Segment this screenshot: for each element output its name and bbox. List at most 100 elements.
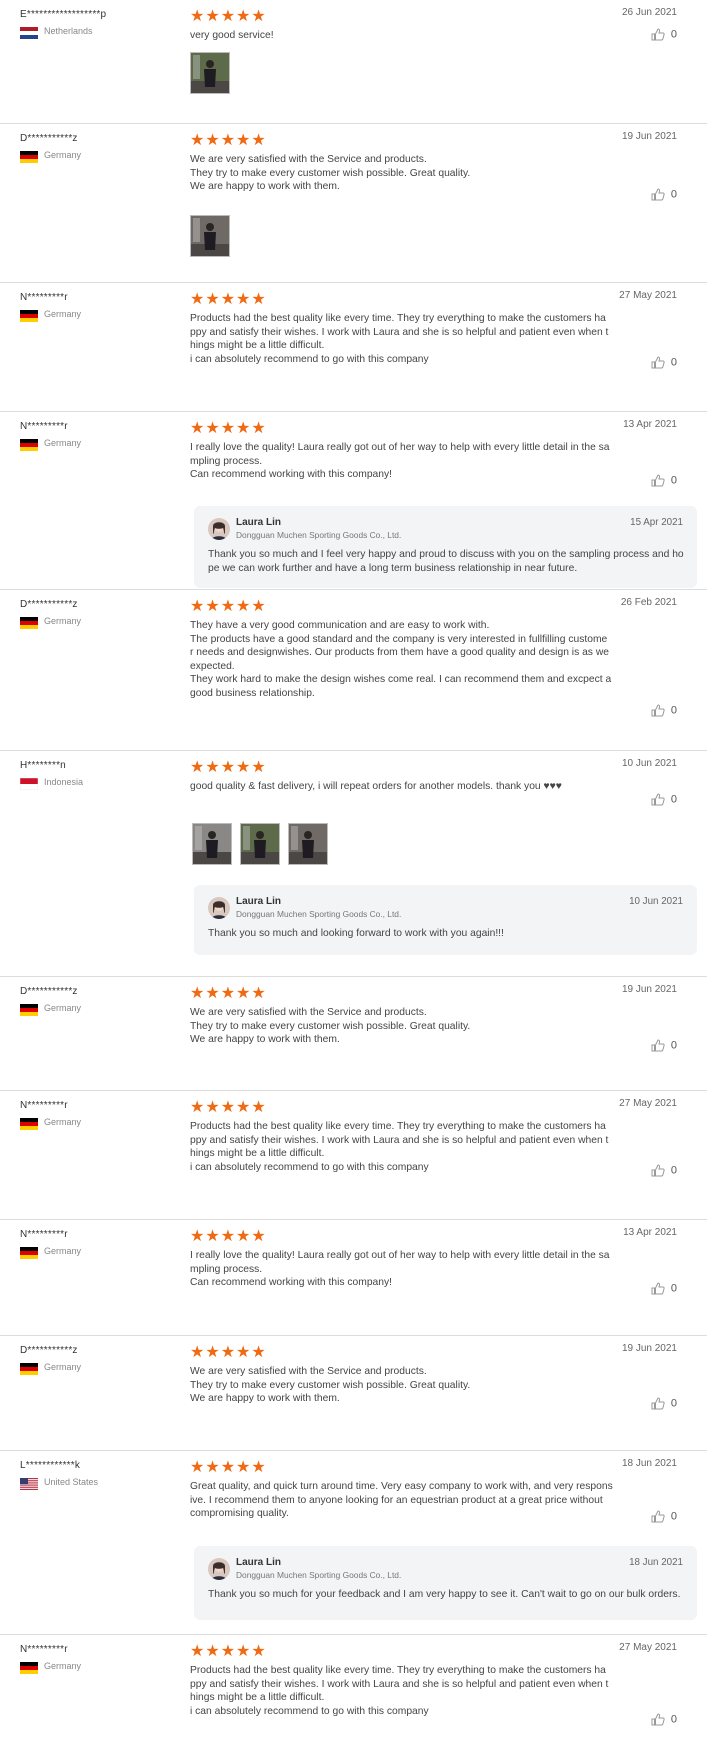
review-images <box>190 52 230 94</box>
review-text-line: hings might be a little difficult. <box>190 340 325 352</box>
reply-author-name: Laura Lin <box>236 1557 282 1568</box>
seller-avatar <box>208 897 230 919</box>
review-text: Products had the best quality like every… <box>190 312 615 366</box>
review-text: very good service! <box>190 29 615 43</box>
like-count: 0 <box>670 1039 677 1052</box>
reply-text: Thank you so much for your feedback and … <box>208 1588 686 1602</box>
like-button[interactable]: 0 <box>651 704 677 717</box>
star-icon: ★ <box>251 420 267 437</box>
review-date: 27 May 2021 <box>619 1642 677 1653</box>
like-button[interactable]: 0 <box>651 1397 677 1410</box>
like-button[interactable]: 0 <box>651 1510 677 1523</box>
reply-company-name: Dongguan Muchen Sporting Goods Co., Ltd. <box>236 1570 402 1580</box>
review-text-line: ppy and satisfy their wishes. I work wit… <box>190 1678 609 1690</box>
review-text: good quality & fast delivery, i will rep… <box>190 780 615 794</box>
review-photo-thumbnail[interactable] <box>192 823 232 865</box>
like-button[interactable]: 0 <box>651 1164 677 1177</box>
review-text-line: ive. I recommend them to anyone looking … <box>190 1494 603 1506</box>
review-card: N*********r Germany ★★★★★ 27 May 2021 Produc… <box>0 1091 707 1220</box>
review-text-line: mpling process. <box>190 1263 263 1275</box>
like-button[interactable]: 0 <box>651 188 677 201</box>
flag-de-icon <box>20 616 38 629</box>
review-photo-thumbnail[interactable] <box>190 52 230 94</box>
review-text-line: Products had the best quality like every… <box>190 1665 606 1676</box>
star-icon: ★ <box>205 8 221 25</box>
like-count: 0 <box>670 474 677 487</box>
reviewer-name: N*********r <box>20 421 68 432</box>
review-text-line: We are happy to work with them. <box>190 1393 340 1405</box>
star-icon: ★ <box>251 1643 267 1660</box>
star-icon: ★ <box>190 1459 206 1476</box>
review-card: D***********z Germany ★★★★★ 19 Jun 2021 We a… <box>0 1336 707 1451</box>
like-button[interactable]: 0 <box>651 356 677 369</box>
review-photo-thumbnail[interactable] <box>190 215 230 257</box>
review-images <box>190 215 230 257</box>
like-button[interactable]: 0 <box>651 28 677 41</box>
star-icon: ★ <box>220 1228 237 1245</box>
review-text-line: We are very satisfied with the Service a… <box>190 1366 427 1377</box>
star-icon: ★ <box>220 1643 237 1660</box>
review-date: 18 Jun 2021 <box>621 1458 677 1469</box>
reviewer-country: Germany <box>44 1661 82 1671</box>
like-button[interactable]: 0 <box>651 474 677 487</box>
review-date: 10 Jun 2021 <box>621 758 677 769</box>
reply-company-name: Dongguan Muchen Sporting Goods Co., Ltd. <box>236 530 402 540</box>
star-icon: ★ <box>251 8 267 25</box>
like-count: 0 <box>670 704 677 717</box>
seller-avatar <box>208 518 230 540</box>
review-text: Great quality, and quick turn around tim… <box>190 1480 615 1521</box>
star-icon: ★ <box>205 1459 221 1476</box>
like-button[interactable]: 0 <box>651 1282 677 1295</box>
review-text-line: good quality & fast delivery, i will rep… <box>190 781 562 792</box>
thumbs-up-icon <box>651 28 671 41</box>
seller-avatar <box>208 1558 230 1580</box>
seller-reply: Laura Lin Dongguan Muchen Sporting Goods … <box>194 506 697 588</box>
flag-de-icon <box>20 150 38 163</box>
reviewer-country: Germany <box>44 438 82 448</box>
reviewer-name: D***********z <box>20 599 78 610</box>
like-button[interactable]: 0 <box>651 1039 677 1052</box>
star-icon: ★ <box>205 291 221 308</box>
review-text-line: I really love the quality! Laura really … <box>190 1250 610 1261</box>
review-text-line: Products had the best quality like every… <box>190 1121 606 1132</box>
star-icon: ★ <box>236 291 252 308</box>
reply-text-line: Thank you so much and I feel very happy … <box>208 549 684 560</box>
flag-nl-icon <box>20 26 38 39</box>
review-card: E******************p Netherlands ★★★★★ 26 J… <box>0 0 707 124</box>
flag-id-icon <box>19 777 39 791</box>
star-icon: ★ <box>236 1228 252 1245</box>
review-date: 13 Apr 2021 <box>623 419 677 430</box>
review-photo-thumbnail[interactable] <box>288 823 328 865</box>
review-text-line: They try to make every customer wish pos… <box>190 167 471 179</box>
star-icon: ★ <box>205 1344 221 1361</box>
review-card: N*********r Germany ★★★★★ 13 Apr 2021 I real… <box>0 412 707 590</box>
star-icon: ★ <box>236 420 252 437</box>
reply-author-name: Laura Lin <box>236 896 282 907</box>
review-date: 26 Feb 2021 <box>620 597 677 608</box>
review-text-line: ppy and satisfy their wishes. I work wit… <box>190 326 609 338</box>
review-text: I really love the quality! Laura really … <box>190 1249 615 1290</box>
review-text-line: hings might be a little difficult. <box>190 1692 325 1704</box>
star-icon: ★ <box>190 132 206 149</box>
star-icon: ★ <box>190 1643 206 1660</box>
like-button[interactable]: 0 <box>651 1713 677 1726</box>
thumbs-up-icon <box>651 704 671 717</box>
star-icon: ★ <box>220 598 237 615</box>
review-card: N*********r Germany ★★★★★ 27 May 2021 Produc… <box>0 1635 707 1764</box>
reply-text-line: pe we can work further and have a long t… <box>208 562 578 574</box>
flag-de-icon <box>20 1003 38 1016</box>
like-button[interactable]: 0 <box>651 793 677 806</box>
review-text-line: r needs and designwishes. Our products f… <box>190 647 609 659</box>
review-text-line: i can absolutely recommend to go with th… <box>190 353 429 365</box>
flag-de-icon <box>20 438 38 451</box>
review-text: We are very satisfied with the Service a… <box>190 1365 615 1406</box>
star-icon: ★ <box>236 985 252 1002</box>
like-count: 0 <box>670 28 677 41</box>
rating-stars: ★★★★★ <box>190 1460 267 1476</box>
star-icon: ★ <box>251 759 267 776</box>
review-text-line: compromising quality. <box>190 1508 289 1520</box>
star-icon: ★ <box>236 1099 252 1116</box>
review-photo-thumbnail[interactable] <box>240 823 280 865</box>
rating-stars: ★★★★★ <box>190 421 267 437</box>
star-icon: ★ <box>220 1099 237 1116</box>
